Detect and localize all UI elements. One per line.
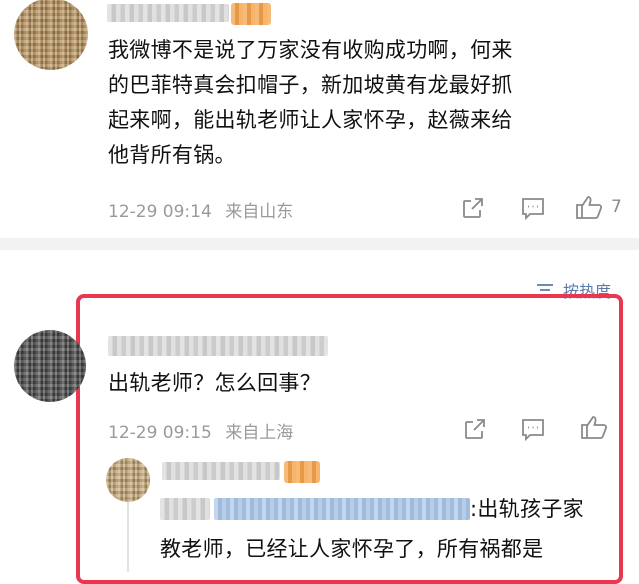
comment-body-line: 的巴菲特真会扣帽子，新加坡黄有龙最好抓 (108, 73, 513, 97)
comment-body: 出轨老师？怎么回事？ (108, 371, 321, 395)
share-button[interactable] (460, 415, 490, 443)
timestamp: 12-29 09:14 (108, 202, 212, 222)
user-badge (231, 3, 271, 25)
section-divider (0, 238, 639, 250)
like-button[interactable]: 7 (575, 192, 631, 222)
comment-icon (522, 419, 544, 441)
comment-button[interactable] (518, 194, 548, 222)
thumbs-up-icon (576, 196, 603, 219)
comment-icon (522, 198, 544, 220)
username[interactable] (107, 4, 229, 22)
comment-button[interactable] (518, 415, 548, 443)
comment-body-line: 他背所有锅。 (108, 143, 236, 167)
location: 来自上海 (225, 423, 294, 443)
like-button[interactable] (577, 412, 611, 442)
reply-text-line: :出轨孩子家 (470, 497, 584, 521)
avatar[interactable] (106, 458, 150, 502)
comment-body: 我微博不是说了万家没有收购成功啊，何来 的巴菲特真会扣帽子，新加坡黄有龙最好抓 … (108, 33, 628, 173)
share-icon (463, 198, 483, 218)
reply-thread-line (127, 496, 129, 572)
comment-body-line: 起来啊，能出轨老师让人家怀孕，赵薇来给 (108, 108, 513, 132)
like-count: 7 (611, 197, 622, 217)
comment-body-line: 我微博不是说了万家没有收购成功啊，何来 (108, 38, 513, 62)
reply-text-line: 教老师，已经让人家怀孕了，所有祸都是 (160, 537, 544, 561)
reply-mention[interactable] (214, 498, 470, 520)
timestamp: 12-29 09:15 (108, 423, 212, 443)
avatar[interactable] (14, 330, 86, 402)
comment-meta: 12-29 09:15 来自上海 (108, 418, 293, 443)
reply-author[interactable] (160, 498, 210, 520)
share-icon (465, 419, 485, 439)
share-button[interactable] (458, 194, 488, 222)
comment-meta: 12-29 09:14 来自山东 (108, 197, 293, 222)
avatar[interactable] (14, 0, 88, 70)
user-badge (284, 461, 320, 483)
location: 来自山东 (225, 202, 294, 222)
thumbs-up-icon (581, 416, 608, 439)
username[interactable] (108, 336, 328, 356)
username[interactable] (162, 462, 280, 480)
